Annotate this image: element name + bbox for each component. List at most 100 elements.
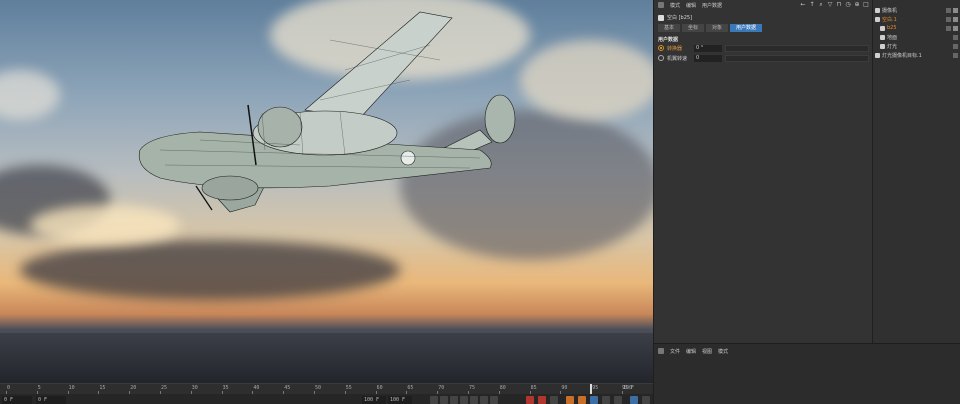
object-name[interactable]: 地面 xyxy=(887,34,951,41)
attributes-panel-icon xyxy=(658,2,664,8)
menu-view[interactable]: 视图 xyxy=(702,348,712,355)
param-row: 机翼转速 0 xyxy=(658,54,869,62)
pla-key-icon[interactable] xyxy=(614,396,622,404)
record-icon[interactable] xyxy=(526,396,534,404)
param-value-field[interactable]: 0 xyxy=(694,54,722,62)
object-row[interactable]: 灯光摄像机目标.1 xyxy=(875,51,958,59)
lock-icon[interactable]: ⊓ xyxy=(836,2,842,8)
timeline-tick xyxy=(622,391,623,394)
menu-mode[interactable]: 模式 xyxy=(718,348,728,355)
object-name[interactable]: b25 xyxy=(887,25,944,31)
camera-icon xyxy=(875,7,880,13)
tab-user-data[interactable]: 用户数据 xyxy=(730,24,763,32)
back-arrow-icon[interactable]: ← xyxy=(800,2,806,8)
visibility-dots-icon[interactable] xyxy=(946,16,951,22)
lower-nacelle xyxy=(201,175,259,201)
timeline[interactable]: 0 5 10 15 20 25 30 35 40 45 50 55 60 65 70 75 80 85 90 95 10… xyxy=(0,383,653,404)
interpolation-icon[interactable] xyxy=(630,396,638,404)
layout-menu-icon[interactable] xyxy=(642,396,650,404)
param-key-icon[interactable] xyxy=(602,396,610,404)
visibility-dots-icon[interactable] xyxy=(953,43,958,49)
timeline-tick xyxy=(160,391,161,394)
filter-icon[interactable]: ▽ xyxy=(827,2,833,8)
visibility-dots-icon[interactable] xyxy=(946,7,951,13)
tag-icon[interactable] xyxy=(953,25,958,31)
app-root: 0 5 10 15 20 25 30 35 40 45 50 55 60 65 70 75 80 85 90 95 10… xyxy=(0,0,960,404)
autokey-icon[interactable] xyxy=(538,396,546,404)
timeline-tick xyxy=(498,391,500,394)
play-icon[interactable] xyxy=(460,396,468,404)
timeline-tick xyxy=(252,391,254,394)
new-panel-icon[interactable]: □ xyxy=(863,2,869,8)
menu-file[interactable]: 文件 xyxy=(670,348,680,355)
menu-user-data[interactable]: 用户数据 xyxy=(702,2,722,9)
object-name[interactable]: 灯光摄像机目标.1 xyxy=(882,52,951,59)
timeline-tick xyxy=(190,391,192,394)
3d-viewport[interactable] xyxy=(0,0,653,383)
object-row[interactable]: 灯光 xyxy=(875,42,958,50)
timeline-tick-label: 30 xyxy=(191,385,198,391)
prev-frame-icon[interactable] xyxy=(450,396,458,404)
playhead[interactable] xyxy=(590,384,593,394)
current-frame-field[interactable]: 0 F xyxy=(2,396,32,404)
next-frame-icon[interactable] xyxy=(470,396,478,404)
object-row[interactable]: 摄像机 xyxy=(875,6,958,14)
history-icon[interactable]: ◷ xyxy=(845,2,851,8)
timeline-ruler[interactable]: 0 5 10 15 20 25 30 35 40 45 50 55 60 65 70 75 80 85 90 95 10… xyxy=(0,384,653,394)
target-camera-icon xyxy=(875,52,880,58)
keyframe-selection-icon[interactable] xyxy=(550,396,558,404)
object-row[interactable]: b25 xyxy=(875,24,958,32)
min-frame-field[interactable]: 100 F xyxy=(362,396,386,404)
scale-key-icon[interactable] xyxy=(578,396,586,404)
tag-icon[interactable] xyxy=(953,16,958,22)
object-name[interactable]: 灯光 xyxy=(887,43,951,50)
timeline-tick-label: 55 xyxy=(345,385,352,391)
object-name[interactable]: 空白.1 xyxy=(882,16,944,23)
timeline-tick-label: 40 xyxy=(253,385,260,391)
tail-fin xyxy=(484,94,516,144)
object-title: 空白 [b25] xyxy=(658,14,692,21)
object-title-label: 空白 [b25] xyxy=(667,15,693,21)
search-icon[interactable]: ⌕ xyxy=(818,2,824,8)
tab-coordinates[interactable]: 坐标 xyxy=(682,24,705,32)
tab-basic[interactable]: 基本 xyxy=(658,24,681,32)
object-name[interactable]: 摄像机 xyxy=(882,7,944,14)
timeline-tick xyxy=(98,391,100,394)
param-slider[interactable] xyxy=(725,54,869,62)
object-row[interactable]: 地面 xyxy=(875,33,958,41)
engine-cowling xyxy=(257,106,303,148)
visibility-dots-icon[interactable] xyxy=(946,25,951,31)
up-arrow-icon[interactable]: ↑ xyxy=(809,2,815,8)
param-value-field[interactable]: 0 ° xyxy=(694,44,722,52)
menu-edit[interactable]: 编辑 xyxy=(686,2,696,9)
start-frame-field[interactable]: 0 F xyxy=(36,396,66,404)
timeline-tick-label: 80 xyxy=(499,385,506,391)
goto-start-icon[interactable] xyxy=(430,396,438,404)
tab-object[interactable]: 对象 xyxy=(706,24,729,32)
timeline-tick xyxy=(283,391,285,394)
param-label: 机翼转速 xyxy=(667,55,688,62)
position-key-icon[interactable] xyxy=(566,396,574,404)
object-row[interactable]: 空白.1 xyxy=(875,15,958,23)
prev-key-icon[interactable] xyxy=(440,396,448,404)
attributes-toolbar: ← ↑ ⌕ ▽ ⊓ ◷ ⊕ □ xyxy=(800,2,869,8)
next-key-icon[interactable] xyxy=(480,396,488,404)
rotation-key-icon[interactable] xyxy=(590,396,598,404)
visibility-dots-icon[interactable] xyxy=(953,52,958,58)
menu-edit[interactable]: 编辑 xyxy=(686,348,696,355)
object-manager: 摄像机 空白.1 b25 地面 灯光 灯光摄像机目标.1 xyxy=(872,0,960,343)
param-slider[interactable] xyxy=(725,44,869,52)
b25-bomber-wireframe[interactable] xyxy=(0,0,653,383)
animate-toggle-icon[interactable] xyxy=(658,55,664,61)
menu-mode[interactable]: 模式 xyxy=(670,2,680,9)
visibility-dots-icon[interactable] xyxy=(953,34,958,40)
goto-end-icon[interactable] xyxy=(490,396,498,404)
tag-icon[interactable] xyxy=(953,7,958,13)
floor-icon xyxy=(880,34,885,40)
transport-bar: 0 F 0 F 100 F 100 F xyxy=(0,395,653,404)
max-frame-field[interactable]: 100 F xyxy=(388,396,412,404)
settings-icon[interactable]: ⊕ xyxy=(854,2,860,8)
panel-grip-icon xyxy=(658,348,664,354)
timeline-tick-label: 15 xyxy=(99,385,106,391)
animate-toggle-icon[interactable] xyxy=(658,45,664,51)
